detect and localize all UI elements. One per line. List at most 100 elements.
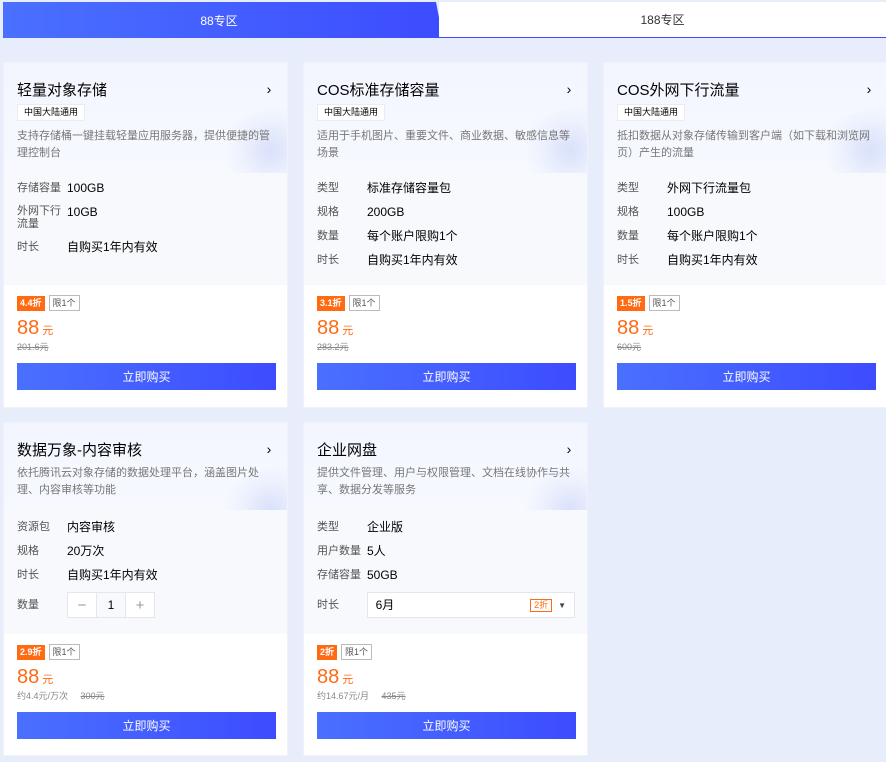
price-area: 4.4折 限1个 88 元 201.6元 立即购买 bbox=[4, 285, 287, 402]
product-card-enterprise-drive: 企业网盘 › 提供文件管理、用户与权限管理、文档在线协作与共享、数据分发等服务 … bbox=[303, 422, 588, 756]
price: 88 元 bbox=[317, 317, 575, 340]
buy-button[interactable]: 立即购买 bbox=[617, 363, 876, 390]
product-card-lightweight-storage: 轻量对象存储 › 中国大陆通用 支持存储桶一键挂载轻量应用服务器，提供便捷的管理… bbox=[3, 62, 288, 408]
minus-icon[interactable]: − bbox=[68, 593, 96, 617]
discount-badge: 4.4折 bbox=[17, 295, 45, 311]
spec-label: 类型 bbox=[317, 521, 339, 533]
quantity-stepper: − 1 + bbox=[67, 592, 155, 618]
spec-row: 数量 每个账户限购1个 bbox=[317, 229, 575, 244]
spec-value: 200GB bbox=[367, 205, 405, 219]
spec-row: 类型 标准存储容量包 bbox=[317, 181, 575, 196]
card-title: COS标准存储容量 bbox=[317, 81, 440, 99]
chevron-right-icon[interactable]: › bbox=[863, 81, 875, 97]
spec-label: 资源包 bbox=[17, 521, 50, 533]
spec-row: 用户数量 5人 bbox=[317, 544, 575, 559]
price-value: 88 bbox=[317, 317, 340, 339]
limit-badge: 限1个 bbox=[341, 644, 373, 660]
spec-list: 类型 标准存储容量包 规格 200GB 数量 每个账户限购1个 时长 自购买1年内有效 bbox=[304, 173, 587, 285]
price-area: 3.1折 限1个 88 元 283.2元 立即购买 bbox=[304, 285, 587, 402]
spec-value: 自购买1年内有效 bbox=[67, 568, 158, 582]
zone-tabs: 88专区 188专区 bbox=[3, 2, 886, 38]
tab-label: 188专区 bbox=[640, 13, 685, 27]
price: 88 元 bbox=[617, 317, 875, 340]
card-title: 数据万象-内容审核 bbox=[17, 441, 142, 459]
price-value: 88 bbox=[17, 317, 40, 339]
region-tag: 中国大陆通用 bbox=[17, 104, 86, 121]
card-title: 轻量对象存储 bbox=[17, 81, 108, 99]
card-description: 依托腾讯云对象存储的数据处理平台，涵盖图片处理、内容审核等功能 bbox=[17, 467, 259, 496]
original-price: 201.6元 bbox=[17, 342, 49, 352]
quantity-value[interactable]: 1 bbox=[96, 593, 126, 617]
per-unit-price: 约14.67元/月 bbox=[317, 691, 370, 701]
chevron-right-icon[interactable]: › bbox=[263, 81, 275, 97]
price-unit: 元 bbox=[42, 674, 54, 686]
product-card-cos-standard-storage: COS标准存储容量 › 中国大陆通用 适用于手机图片、重要文件、商业数据、敏感信… bbox=[303, 62, 588, 408]
spec-list: 类型 企业版 用户数量 5人 存储容量 50GB 时长 6月 2折 ▼ bbox=[304, 510, 587, 634]
spec-value: 标准存储容量包 bbox=[367, 181, 452, 195]
card-description: 提供文件管理、用户与权限管理、文档在线协作与共享、数据分发等服务 bbox=[317, 467, 570, 496]
spec-list: 存储容量 100GB 外网下行流量 10GB 时长 自购买1年内有效 bbox=[4, 173, 287, 285]
spec-row: 时长 自购买1年内有效 bbox=[317, 253, 575, 268]
duration-select[interactable]: 6月 2折 ▼ bbox=[366, 592, 575, 618]
buy-button[interactable]: 立即购买 bbox=[317, 712, 576, 739]
price-value: 88 bbox=[17, 666, 40, 688]
buy-button[interactable]: 立即购买 bbox=[317, 363, 576, 390]
spec-row: 类型 外网下行流量包 bbox=[617, 181, 875, 196]
discount-badge: 2折 bbox=[317, 644, 338, 660]
limit-badge: 限1个 bbox=[48, 295, 80, 311]
spec-row: 规格 20万次 bbox=[17, 544, 275, 559]
spec-label: 数量 bbox=[617, 230, 639, 242]
spec-value: 50GB bbox=[367, 568, 398, 582]
region-tag: 中国大陆通用 bbox=[617, 104, 686, 121]
card-title: 企业网盘 bbox=[317, 441, 378, 459]
spec-value: 20万次 bbox=[67, 544, 105, 558]
plus-icon[interactable]: + bbox=[126, 593, 154, 617]
spec-row: 规格 100GB bbox=[617, 205, 875, 220]
card-description: 适用于手机图片、重要文件、商业数据、敏感信息等场景 bbox=[317, 130, 570, 159]
tab-188-zone[interactable]: 188专区 bbox=[439, 2, 886, 38]
spec-value: 企业版 bbox=[367, 520, 404, 534]
spec-row: 数量 每个账户限购1个 bbox=[617, 229, 875, 244]
original-price: 283.2元 bbox=[317, 342, 349, 352]
per-unit-price: 约4.4元/万次 bbox=[17, 691, 69, 701]
spec-row: 存储容量 100GB bbox=[17, 181, 275, 196]
chevron-right-icon[interactable]: › bbox=[263, 441, 275, 457]
price-area: 2折 限1个 88 元 约14.67元/月 435元 立即购买 bbox=[304, 634, 587, 751]
spec-value: 自购买1年内有效 bbox=[667, 253, 758, 267]
spec-label: 存储容量 bbox=[17, 182, 61, 194]
chevron-right-icon[interactable]: › bbox=[563, 441, 575, 457]
card-title: COS外网下行流量 bbox=[617, 81, 740, 99]
limit-badge: 限1个 bbox=[48, 644, 80, 660]
price-area: 2.9折 限1个 88 元 约4.4元/万次 300元 立即购买 bbox=[4, 634, 287, 751]
spec-value: 10GB bbox=[67, 205, 98, 219]
spec-row: 资源包 内容审核 bbox=[17, 520, 275, 535]
discount-badge: 2.9折 bbox=[17, 644, 45, 660]
product-card-cos-outbound-traffic: COS外网下行流量 › 中国大陆通用 抵扣数据从对象存储传输到客户端（如下载和浏… bbox=[603, 62, 886, 408]
spec-list: 资源包 内容审核 规格 20万次 时长 自购买1年内有效 数量 − 1 + bbox=[4, 510, 287, 634]
buy-button[interactable]: 立即购买 bbox=[17, 363, 276, 390]
buy-button[interactable]: 立即购买 bbox=[17, 712, 276, 739]
price-unit: 元 bbox=[42, 325, 54, 337]
caret-down-icon: ▼ bbox=[558, 600, 566, 610]
spec-value: 每个账户限购1个 bbox=[667, 229, 758, 243]
region-tag: 中国大陆通用 bbox=[317, 104, 386, 121]
price: 88 元 bbox=[317, 666, 575, 689]
tab-88-zone[interactable]: 88专区 bbox=[3, 2, 443, 38]
spec-value: 100GB bbox=[667, 205, 705, 219]
quantity-row: 数量 − 1 + bbox=[17, 592, 275, 618]
spec-label: 时长 bbox=[317, 598, 339, 611]
spec-label: 时长 bbox=[317, 254, 339, 266]
spec-label: 数量 bbox=[317, 230, 339, 242]
spec-row: 时长 自购买1年内有效 bbox=[17, 568, 275, 583]
duration-discount-badge: 2折 bbox=[530, 598, 553, 612]
price-area: 1.5折 限1个 88 元 600元 立即购买 bbox=[604, 285, 886, 402]
price: 88 元 bbox=[17, 666, 275, 689]
spec-row: 规格 200GB bbox=[317, 205, 575, 220]
spec-value: 自购买1年内有效 bbox=[67, 240, 158, 254]
limit-badge: 限1个 bbox=[648, 295, 680, 311]
spec-list: 类型 外网下行流量包 规格 100GB 数量 每个账户限购1个 时长 自购买1年内有效 bbox=[604, 173, 886, 285]
spec-label: 用户数量 bbox=[317, 545, 361, 557]
chevron-right-icon[interactable]: › bbox=[563, 81, 575, 97]
original-price: 600元 bbox=[617, 342, 642, 352]
product-card-content-moderation: 数据万象-内容审核 › 依托腾讯云对象存储的数据处理平台，涵盖图片处理、内容审核… bbox=[3, 422, 288, 756]
